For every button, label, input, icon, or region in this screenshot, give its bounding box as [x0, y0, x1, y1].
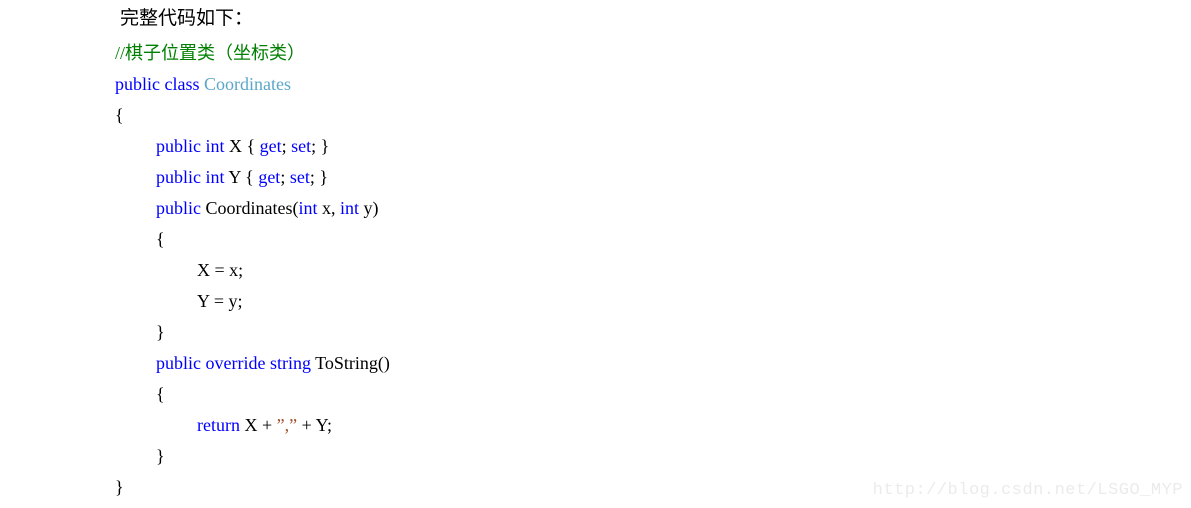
code-token-plain: ; } — [309, 167, 328, 187]
code-token-keyword: public — [156, 198, 206, 218]
code-token-plain: + Y; — [297, 415, 332, 435]
code-token-keyword: set — [289, 167, 310, 187]
code-token-plain: Coordinates( — [205, 198, 299, 218]
code-line: Y = y; — [115, 286, 390, 317]
code-line: return X + ”,” + Y; — [115, 410, 390, 441]
code-token-plain: { — [156, 229, 165, 249]
code-token-plain: { — [156, 384, 165, 404]
code-token-plain: Y = y; — [197, 291, 243, 311]
code-token-plain: } — [156, 322, 165, 342]
page-title: 完整代码如下： — [120, 8, 254, 29]
code-line: } — [115, 441, 390, 472]
code-line: } — [115, 472, 390, 503]
watermark-url: http://blog.csdn.net/LSGO_MYP — [872, 481, 1183, 500]
code-line: //棋子位置类（坐标类） — [115, 38, 390, 69]
code-token-plain: ToString() — [315, 353, 390, 373]
code-token-type: Coordinates — [203, 74, 291, 94]
code-token-keyword: public int — [156, 167, 229, 187]
code-token-keyword: public class — [115, 74, 204, 94]
code-block: //棋子位置类（坐标类） public class Coordinates { pub… — [115, 38, 390, 503]
code-token-plain: ; — [280, 167, 290, 187]
code-token-plain: } — [156, 446, 165, 466]
code-line: X = x; — [115, 255, 390, 286]
code-token-plain: X = x; — [197, 260, 244, 280]
code-line: public class Coordinates — [115, 69, 390, 100]
code-token-keyword: set — [291, 136, 312, 156]
code-token-keyword: int — [340, 198, 360, 218]
code-line: { — [115, 224, 390, 255]
code-line: { — [115, 379, 390, 410]
code-token-string: ”,” — [276, 415, 298, 435]
code-token-keyword: public override string — [156, 353, 316, 373]
code-line: public Coordinates(int x, int y) — [115, 193, 390, 224]
code-token-plain: x, — [317, 198, 340, 218]
code-token-plain: { — [115, 105, 124, 125]
code-token-plain: X { — [229, 136, 260, 156]
code-line: public override string ToString() — [115, 348, 390, 379]
code-token-keyword: get — [258, 167, 281, 187]
code-token-keyword: public int — [156, 136, 229, 156]
code-token-plain: ; } — [311, 136, 330, 156]
code-token-keyword: int — [298, 198, 318, 218]
code-line: public int Y { get; set; } — [115, 162, 390, 193]
page-root: 完整代码如下： //棋子位置类（坐标类） public class Coordin… — [0, 0, 1191, 508]
code-token-keyword: return — [197, 415, 240, 435]
code-token-plain: Y { — [228, 167, 259, 187]
code-line: public int X { get; set; } — [115, 131, 390, 162]
code-token-plain: X + — [239, 415, 277, 435]
code-line: { — [115, 100, 390, 131]
code-token-plain: ; — [281, 136, 292, 156]
code-line: } — [115, 317, 390, 348]
code-token-keyword: get — [259, 136, 282, 156]
code-token-plain: y) — [359, 198, 379, 218]
code-token-plain: } — [115, 477, 124, 497]
code-token-comment: //棋子位置类（坐标类） — [115, 43, 306, 63]
